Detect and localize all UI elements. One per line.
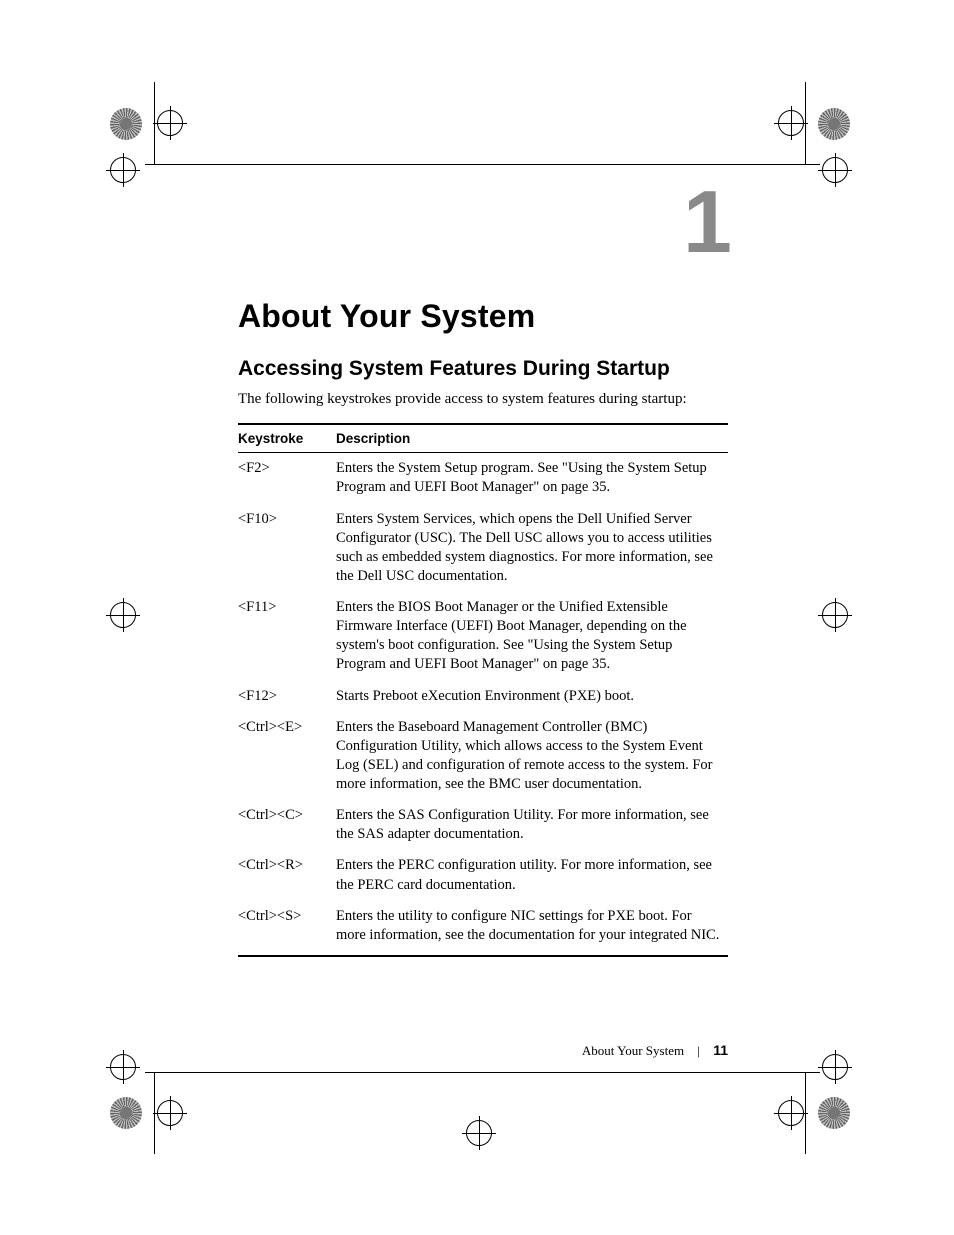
keystroke-table: Keystroke Description <F2> Enters the Sy… — [238, 423, 728, 957]
page: 1 About Your System Accessing System Fea… — [0, 0, 954, 1235]
table-row: <Ctrl><R> Enters the PERC configuration … — [238, 850, 728, 900]
footer-section: About Your System — [582, 1043, 684, 1058]
cell-keystroke: <Ctrl><R> — [238, 850, 336, 900]
cell-description: Enters the SAS Configuration Utility. Fo… — [336, 800, 728, 850]
table-row: <F11> Enters the BIOS Boot Manager or th… — [238, 592, 728, 681]
table-row: <Ctrl><S> Enters the utility to configur… — [238, 901, 728, 956]
cell-keystroke: <Ctrl><E> — [238, 712, 336, 801]
footer-page-number: 11 — [713, 1042, 728, 1058]
footer-separator: | — [697, 1043, 700, 1058]
cell-description: Enters the PERC configuration utility. F… — [336, 850, 728, 900]
cell-description: Enters the Baseboard Management Controll… — [336, 712, 728, 801]
table-row: <F10> Enters System Services, which open… — [238, 504, 728, 593]
table-row: <Ctrl><C> Enters the SAS Configuration U… — [238, 800, 728, 850]
page-title: About Your System — [238, 298, 728, 335]
content-area: 1 About Your System Accessing System Fea… — [238, 190, 728, 957]
cell-keystroke: <Ctrl><C> — [238, 800, 336, 850]
table-row: <Ctrl><E> Enters the Baseboard Managemen… — [238, 712, 728, 801]
cell-description: Enters the System Setup program. See "Us… — [336, 453, 728, 504]
cell-description: Enters System Services, which opens the … — [336, 504, 728, 593]
cell-keystroke: <F11> — [238, 592, 336, 681]
cell-description: Starts Preboot eXecution Environment (PX… — [336, 681, 728, 712]
cell-keystroke: <F2> — [238, 453, 336, 504]
table-row: <F12> Starts Preboot eXecution Environme… — [238, 681, 728, 712]
cell-keystroke: <Ctrl><S> — [238, 901, 336, 956]
table-header-row: Keystroke Description — [238, 424, 728, 453]
col-header-description: Description — [336, 424, 728, 453]
col-header-keystroke: Keystroke — [238, 424, 336, 453]
intro-paragraph: The following keystrokes provide access … — [238, 389, 728, 409]
chapter-number: 1 — [683, 178, 732, 266]
cell-keystroke: <F10> — [238, 504, 336, 593]
cell-description: Enters the BIOS Boot Manager or the Unif… — [336, 592, 728, 681]
cell-description: Enters the utility to configure NIC sett… — [336, 901, 728, 956]
cell-keystroke: <F12> — [238, 681, 336, 712]
page-footer: About Your System | 11 — [238, 1042, 728, 1059]
section-heading: Accessing System Features During Startup — [238, 357, 728, 381]
table-row: <F2> Enters the System Setup program. Se… — [238, 453, 728, 504]
